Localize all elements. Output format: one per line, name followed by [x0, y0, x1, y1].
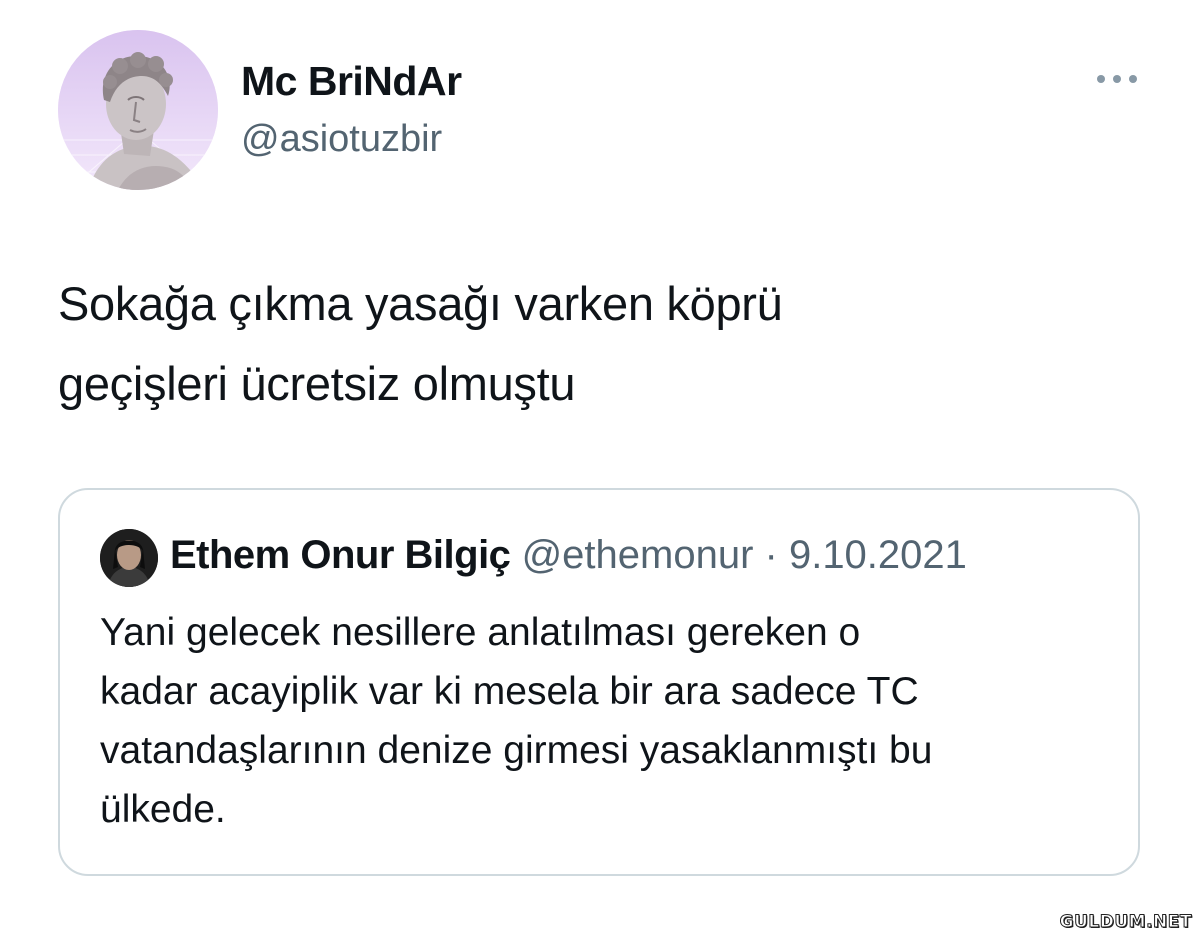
tweet-text-line: Sokağa çıkma yasağı varken köprü	[58, 277, 783, 330]
more-options-icon	[1097, 75, 1137, 83]
tweet-text: Sokağa çıkma yasağı varken köprü geçişle…	[58, 264, 1138, 424]
quoted-text-line: Yani gelecek nesillere anlatılması gerek…	[100, 611, 861, 654]
quoted-author-display-name[interactable]: Ethem Onur Bilgiç	[170, 533, 511, 577]
quoted-text-line: vatandaşlarının denize girmesi yasaklanm…	[100, 729, 933, 772]
statue-avatar-icon	[58, 30, 218, 190]
site-watermark: GULDUM.NET	[1059, 912, 1192, 933]
tweet-text-line: geçişleri ücretsiz olmuştu	[58, 357, 576, 410]
meta-separator: ·	[753, 533, 789, 577]
quoted-tweet-card[interactable]: Ethem Onur Bilgiç @ethemonur · 9.10.2021…	[58, 488, 1140, 876]
quoted-text-line: ülkede.	[100, 788, 226, 831]
quoted-tweet-text: Yani gelecek nesillere anlatılması gerek…	[100, 603, 1110, 839]
quoted-tweet-header: Ethem Onur Bilgiç @ethemonur · 9.10.2021	[170, 533, 967, 578]
more-options-button[interactable]	[1094, 64, 1140, 94]
quoted-author-avatar[interactable]	[100, 529, 158, 587]
quoted-author-handle[interactable]: @ethemonur	[522, 533, 754, 577]
person-avatar-icon	[100, 529, 158, 587]
author-display-name[interactable]: Mc BriNdAr	[241, 58, 462, 105]
quoted-text-line: kadar acayiplik var ki mesela bir ara sa…	[100, 670, 919, 713]
tweet-card: Mc BriNdAr @asiotuzbir Sokağa çıkma yasa…	[0, 0, 1200, 935]
quoted-tweet-date[interactable]: 9.10.2021	[789, 533, 967, 577]
author-avatar[interactable]	[58, 30, 218, 190]
author-handle[interactable]: @asiotuzbir	[241, 118, 442, 161]
